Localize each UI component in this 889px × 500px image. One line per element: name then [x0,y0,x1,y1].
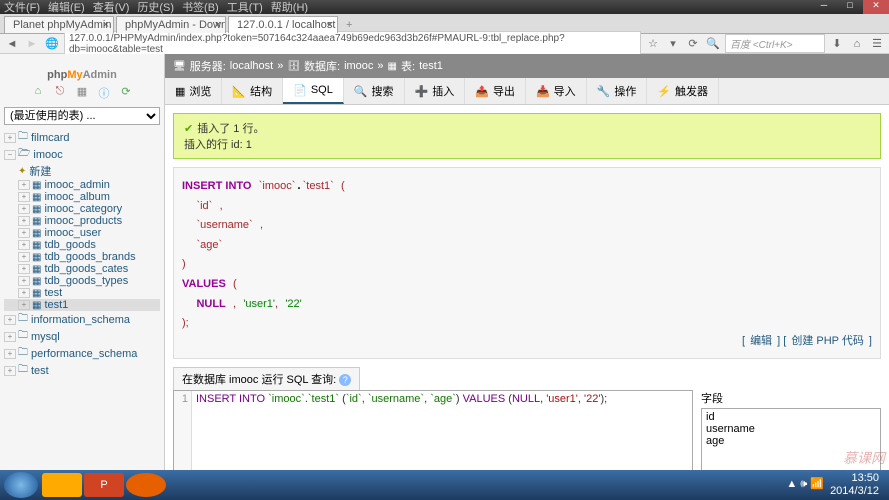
tab-structure[interactable]: 📐结构 [222,78,283,104]
menu-icon[interactable]: ☰ [869,36,885,52]
query-tab-label: 在数据库 imooc 运行 SQL 查询: ? [173,367,360,390]
recent-tables-select[interactable]: (最近使用的表) ... [4,107,160,125]
table-tdb_goods_types[interactable]: +▦tdb_goods_types [4,275,160,287]
watermark: 慕课网 [843,448,885,468]
table-imooc_user[interactable]: +▦imooc_user [4,227,160,239]
bookmark-icon[interactable]: ☆ [645,36,661,52]
field-age[interactable]: age [704,435,878,447]
close-icon[interactable]: × [327,19,333,31]
db-information_schema[interactable]: +🗀information_schema [4,311,160,328]
db-test[interactable]: +🗀test [4,362,160,379]
main-content: 🖥 服务器: localhost » 🗄 数据库: imooc » ▦ 表: t… [165,54,889,470]
menu-history[interactable]: 历史(S) [137,0,174,15]
db-filmcard[interactable]: +🗀filmcard [4,129,160,146]
table-tdb_goods[interactable]: +▦tdb_goods [4,239,160,251]
taskbar-powerpoint[interactable]: P [84,473,124,497]
table-tdb_goods_brands[interactable]: +▦tdb_goods_brands [4,251,160,263]
search-input[interactable]: 百度 <Ctrl+K> [725,34,825,53]
fields-label: 字段 [701,390,881,406]
field-username[interactable]: username [704,423,878,435]
table-icon: ▦ [388,61,397,72]
table-imooc_category[interactable]: +▦imooc_category [4,203,160,215]
tab-operations[interactable]: 🔧操作 [587,78,648,104]
link-edit[interactable]: 编辑 [750,335,772,347]
close-icon[interactable]: × [103,19,109,31]
table-imooc_album[interactable]: +▦imooc_album [4,191,160,203]
check-icon: ✔ [184,123,193,135]
sql-editor[interactable]: 1 INSERT INTO `imooc`.`test1` (`id`, `us… [173,390,693,470]
executed-sql: INSERT INTO `imooc`.`test1` ( `id` , `us… [173,167,881,359]
tab-import[interactable]: 📥导入 [526,78,587,104]
home-icon[interactable]: ⌂ [31,85,45,99]
logout-icon[interactable]: ⎋ [53,85,67,99]
menu-edit[interactable]: 编辑(E) [48,0,85,15]
database-tree: +🗀filmcard −🗁imooc ✦新建 +▦imooc_admin +▦i… [4,129,160,379]
browser-menubar: 文件(F) 编辑(E) 查看(V) 历史(S) 书签(B) 工具(T) 帮助(H… [0,0,889,14]
table-imooc_products[interactable]: +▦imooc_products [4,215,160,227]
forward-button[interactable]: ► [24,36,40,52]
globe-icon: 🌐 [44,36,60,52]
table-imooc_admin[interactable]: +▦imooc_admin [4,179,160,191]
docs-icon[interactable]: ⓘ [97,85,111,99]
menu-file[interactable]: 文件(F) [4,0,40,15]
back-button[interactable]: ◄ [4,36,20,52]
sidebar: phpMyAdmin ⌂ ⎋ ▦ ⓘ ⟳ (最近使用的表) ... +🗀film… [0,54,165,470]
sql-action-links: [ 编辑 ] [ 创建 PHP 代码 ] [182,333,872,351]
reload-icon[interactable]: ⟳ [685,36,701,52]
field-id[interactable]: id [704,411,878,423]
menu-tools[interactable]: 工具(T) [227,0,263,15]
tab-localhost[interactable]: 127.0.0.1 / localhost / im...× [228,16,338,33]
tab-export[interactable]: 📤导出 [465,78,526,104]
window-minimize[interactable]: ─ [811,0,837,14]
success-message: ✔插入了 1 行。 插入的行 id: 1 [173,113,881,159]
link-create-php[interactable]: 创建 PHP 代码 [791,335,864,347]
url-input[interactable]: 127.0.0.1/PHPMyAdmin/index.php?token=507… [64,31,641,57]
db-imooc[interactable]: −🗁imooc [4,146,160,163]
menu-help[interactable]: 帮助(H) [271,0,308,15]
sql-icon[interactable]: ▦ [75,85,89,99]
tab-search[interactable]: 🔍搜索 [344,78,405,104]
tab-download[interactable]: phpMyAdmin - Download× [116,16,226,33]
search-engine-icon: 🔍 [705,36,721,52]
menu-bookmarks[interactable]: 书签(B) [182,0,219,15]
windows-taskbar: P ▲ 🕪 📶 13:502014/3/12 [0,470,889,500]
phpmyadmin-logo: phpMyAdmin ⌂ ⎋ ▦ ⓘ ⟳ [4,58,160,103]
tab-insert[interactable]: ➕插入 [405,78,466,104]
reload-icon[interactable]: ⟳ [119,85,133,99]
breadcrumb: 🖥 服务器: localhost » 🗄 数据库: imooc » ▦ 表: t… [165,54,889,78]
tree-new[interactable]: ✦新建 [4,163,160,179]
url-bar: ◄ ► 🌐 127.0.0.1/PHPMyAdmin/index.php?tok… [0,34,889,54]
server-icon: 🖥 [173,61,186,72]
dropdown-icon[interactable]: ▾ [665,36,681,52]
download-icon[interactable]: ⬇ [829,36,845,52]
db-mysql[interactable]: +🗀mysql [4,328,160,345]
taskbar-firefox[interactable] [126,473,166,497]
toolbar: ▦浏览 📐结构 📄SQL 🔍搜索 ➕插入 📤导出 📥导入 🔧操作 ⚡触发器 [165,78,889,105]
tab-triggers[interactable]: ⚡触发器 [647,78,719,104]
tray-icons[interactable]: ▲ 🕪 📶 [786,478,824,491]
help-icon[interactable]: ? [339,374,351,386]
tab-planet[interactable]: Planet phpMyAdmin× [4,16,114,33]
home-icon[interactable]: ⌂ [849,36,865,52]
menu-view[interactable]: 查看(V) [93,0,130,15]
table-test1[interactable]: +▦test1 [4,299,160,311]
system-tray[interactable]: ▲ 🕪 📶 13:502014/3/12 [786,472,885,498]
start-button[interactable] [4,472,38,498]
database-icon: 🗄 [287,61,300,72]
line-gutter: 1 [174,391,192,470]
window-close[interactable]: ✕ [863,0,889,14]
table-test[interactable]: +▦test [4,287,160,299]
table-tdb_goods_cates[interactable]: +▦tdb_goods_cates [4,263,160,275]
tab-sql[interactable]: 📄SQL [283,78,344,104]
close-icon[interactable]: × [215,19,221,31]
tab-browse[interactable]: ▦浏览 [165,78,222,104]
taskbar-app1[interactable] [42,473,82,497]
db-performance_schema[interactable]: +🗀performance_schema [4,345,160,362]
window-maximize[interactable]: □ [837,0,863,14]
